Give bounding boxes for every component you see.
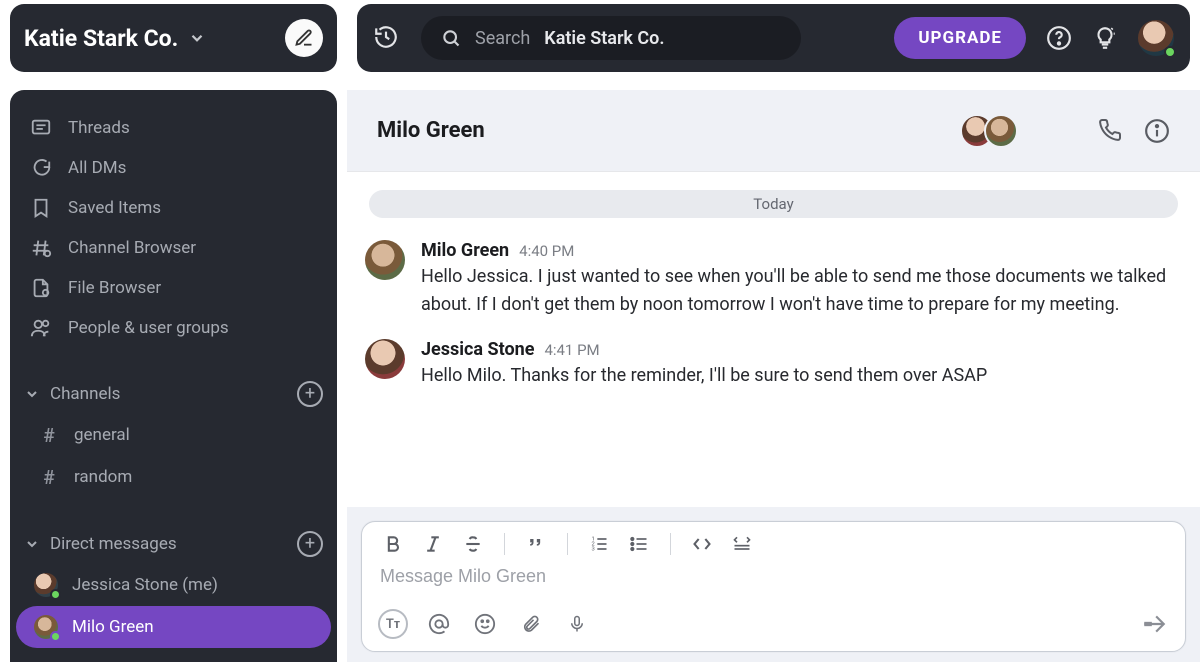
sidebar: Threads All DMs Saved Items Channel Brow… — [10, 90, 337, 662]
composer-actions: Tᴛ — [362, 601, 1185, 651]
send-button[interactable] — [1139, 609, 1169, 639]
search-static-text: Search — [475, 28, 530, 49]
message-author: Milo Green — [421, 240, 509, 261]
history-button[interactable] — [373, 24, 401, 52]
avatar — [365, 240, 405, 280]
code-block-button[interactable] — [729, 532, 755, 556]
italic-button[interactable] — [420, 532, 446, 556]
avatar — [34, 615, 58, 639]
ordered-list-button[interactable]: 123 — [586, 532, 612, 556]
bold-button[interactable] — [380, 532, 406, 556]
nav-people[interactable]: People & user groups — [10, 308, 337, 348]
nav-label: Threads — [68, 118, 130, 138]
people-icon — [30, 317, 52, 339]
message: Milo Green 4:40 PM Hello Jessica. I just… — [359, 230, 1188, 329]
message-body: Hello Jessica. I just wanted to see when… — [421, 263, 1182, 319]
dms-icon — [30, 157, 52, 179]
dm-name: Jessica Stone (me) — [72, 575, 218, 595]
message: Jessica Stone 4:41 PM Hello Milo. Thanks… — [359, 329, 1188, 400]
nav-label: People & user groups — [68, 318, 229, 338]
attach-button[interactable] — [516, 609, 546, 639]
nav-all-dms[interactable]: All DMs — [10, 148, 337, 188]
code-button[interactable] — [689, 532, 715, 556]
workspace-header[interactable]: Katie Stark Co. — [10, 4, 337, 72]
channel-general[interactable]: # general — [10, 414, 337, 456]
dm-jessica[interactable]: Jessica Stone (me) — [10, 564, 337, 606]
workspace-name: Katie Stark Co. — [24, 25, 178, 52]
channels-header[interactable]: Channels + — [10, 374, 337, 414]
bullet-list-button[interactable] — [626, 532, 652, 556]
help-button[interactable] — [1046, 25, 1072, 51]
nav-channel-browser[interactable]: Channel Browser — [10, 228, 337, 268]
upgrade-button[interactable]: UPGRADE — [894, 17, 1026, 59]
message-time: 4:41 PM — [544, 341, 599, 359]
add-dm-button[interactable]: + — [297, 531, 323, 557]
conversation-pane: Milo Green Today Milo Green 4:40 PM Hell… — [347, 90, 1200, 662]
composer: 123 Tᴛ — [361, 521, 1186, 652]
strike-button[interactable] — [460, 532, 486, 556]
message-time: 4:40 PM — [519, 242, 574, 260]
conversation-header: Milo Green — [347, 90, 1200, 172]
search-icon — [441, 28, 461, 48]
presence-indicator — [1164, 46, 1176, 58]
member-avatars[interactable] — [960, 114, 1018, 148]
search-scope: Katie Stark Co. — [544, 28, 664, 49]
composer-area: 123 Tᴛ — [347, 507, 1200, 662]
channel-browser-icon — [30, 237, 52, 259]
message-body: Hello Milo. Thanks for the reminder, I'l… — [421, 362, 987, 390]
avatar — [34, 573, 58, 597]
format-toolbar: 123 — [362, 522, 1185, 562]
topbar: Search Katie Stark Co. UPGRADE — [357, 4, 1190, 72]
hash-icon: # — [38, 424, 60, 447]
audio-button[interactable] — [562, 609, 592, 639]
bookmark-icon — [30, 197, 52, 219]
svg-text:3: 3 — [592, 547, 595, 553]
presence-indicator — [50, 589, 61, 600]
text-format-toggle[interactable]: Tᴛ — [378, 609, 408, 639]
nav-label: File Browser — [68, 278, 161, 298]
threads-icon — [30, 117, 52, 139]
conversation-title: Milo Green — [377, 118, 940, 143]
info-button[interactable] — [1144, 118, 1170, 144]
presence-indicator — [50, 631, 61, 642]
quote-button[interactable] — [523, 532, 549, 556]
file-browser-icon — [30, 277, 52, 299]
add-channel-button[interactable]: + — [297, 381, 323, 407]
message-input[interactable] — [380, 566, 1167, 587]
search-input[interactable]: Search Katie Stark Co. — [421, 16, 801, 60]
channel-name: random — [74, 467, 132, 487]
date-divider: Today — [369, 190, 1178, 218]
nav-label: All DMs — [68, 158, 126, 178]
avatar — [984, 114, 1018, 148]
nav-label: Saved Items — [68, 198, 161, 218]
message-author: Jessica Stone — [421, 339, 534, 360]
upgrade-label: UPGRADE — [918, 28, 1002, 48]
chevron-down-icon — [24, 536, 40, 552]
channels-header-label: Channels — [50, 384, 120, 404]
compose-button[interactable] — [285, 19, 323, 57]
whats-new-button[interactable] — [1092, 25, 1118, 51]
channel-name: general — [74, 425, 130, 445]
call-button[interactable] — [1098, 118, 1124, 144]
user-avatar[interactable] — [1138, 20, 1174, 56]
nav-threads[interactable]: Threads — [10, 108, 337, 148]
chevron-down-icon — [24, 386, 40, 402]
nav-file-browser[interactable]: File Browser — [10, 268, 337, 308]
emoji-button[interactable] — [470, 609, 500, 639]
dms-header-label: Direct messages — [50, 534, 177, 554]
nav-saved[interactable]: Saved Items — [10, 188, 337, 228]
dms-header[interactable]: Direct messages + — [10, 524, 337, 564]
avatar — [365, 339, 405, 379]
message-list: Today Milo Green 4:40 PM Hello Jessica. … — [347, 172, 1200, 507]
mention-button[interactable] — [424, 609, 454, 639]
nav-label: Channel Browser — [68, 238, 196, 258]
chevron-down-icon — [188, 29, 206, 47]
dm-name: Milo Green — [72, 617, 154, 637]
hash-icon: # — [38, 466, 60, 489]
channel-random[interactable]: # random — [10, 456, 337, 498]
dm-milo[interactable]: Milo Green — [16, 606, 331, 648]
